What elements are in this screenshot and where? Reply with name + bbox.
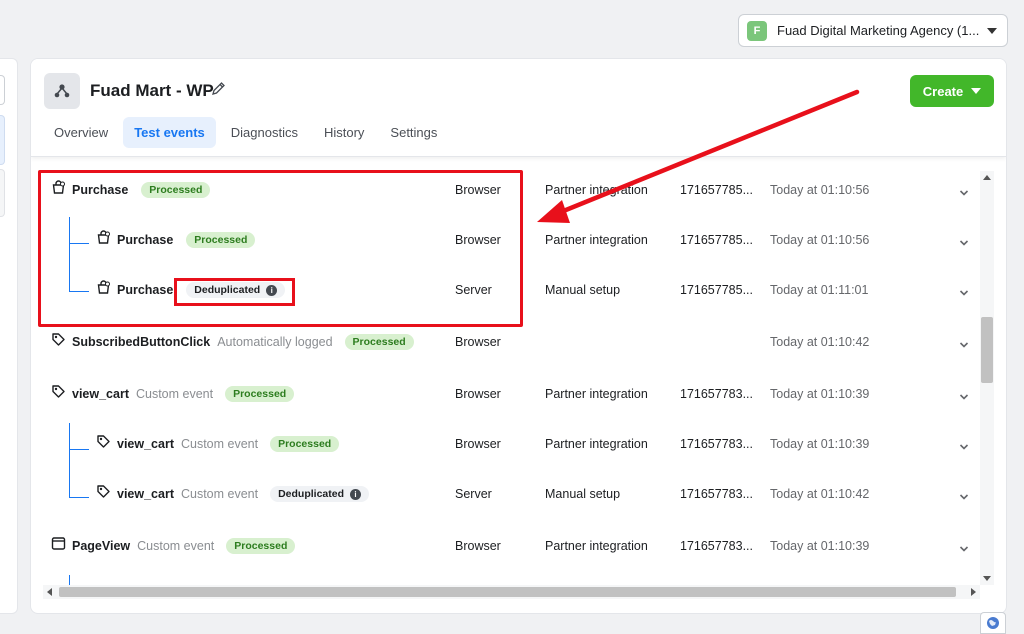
pixel-icon [44,73,80,109]
event-time: Today at 01:10:56 [770,183,870,197]
create-button[interactable]: Create [910,75,994,107]
chevron-down-icon[interactable] [959,389,969,400]
event-integration: Partner integration [545,183,648,197]
event-integration: Manual setup [545,283,621,297]
tab-overview[interactable]: Overview [43,117,119,148]
tag-icon [96,434,111,454]
event-source: Browser [455,437,501,451]
table-row[interactable]: view_cart Custom event Deduplicated i Server… [31,469,979,519]
account-name: Fuad Digital Marketing Agency (1... [777,23,979,38]
tab-history[interactable]: History [313,117,375,148]
tag-icon [96,484,111,504]
scroll-up-icon[interactable] [983,175,991,180]
event-time: Today at 01:11:01 [770,283,869,297]
scroll-left-icon[interactable] [47,588,52,596]
side-input[interactable] [0,75,5,105]
account-avatar: F [747,20,767,41]
event-integration: Partner integration [545,233,648,247]
chevron-down-icon[interactable] [959,337,969,348]
tab-settings[interactable]: Settings [379,117,448,148]
event-integration: Partner integration [545,437,648,451]
event-source: Browser [455,335,501,349]
pixel-card: Fuad Mart - WP Create Overview Test even… [30,58,1007,614]
table-row[interactable]: view_cart Custom event Processed Browser Par… [31,419,979,469]
event-name: SubscribedButtonClick [72,335,211,349]
event-name: view_cart [117,437,174,451]
pencil-icon[interactable] [211,81,226,101]
status-badge: Processed [226,538,296,554]
event-type: Custom event [180,437,259,451]
status-badge: Processed [344,334,414,350]
event-time: Today at 01:10:39 [770,387,870,401]
event-id: 171657785... [680,233,753,247]
event-id: 171657785... [680,283,753,297]
event-type: Custom event [135,387,214,401]
tab-test-events[interactable]: Test events [123,117,216,148]
event-name: view_cart [72,387,129,401]
event-integration: Partner integration [545,539,648,553]
scroll-down-icon[interactable] [983,576,991,581]
event-time: Today at 01:10:56 [770,233,870,247]
event-type: Custom event [180,487,259,501]
tree-line [69,575,70,585]
page-icon [51,536,66,556]
globe-icon[interactable] [980,612,1006,634]
event-source: Browser [455,387,501,401]
chevron-down-icon[interactable] [959,489,969,500]
event-id: 171657783... [680,387,753,401]
event-integration: Manual setup [545,487,621,501]
scroll-thumb[interactable] [59,587,956,597]
chevron-down-icon[interactable] [959,285,969,296]
tag-icon [51,384,66,404]
horizontal-scrollbar[interactable] [43,585,980,599]
table-row[interactable]: PageView Custom event Processed Browser Part… [31,521,979,571]
status-badge: Processed [270,436,340,452]
event-integration: Partner integration [545,387,648,401]
create-button-label: Create [922,83,964,99]
pixel-title: Fuad Mart - WP [90,81,214,100]
event-type: Automatically logged [217,335,333,349]
side-item-selected[interactable] [0,115,5,165]
annotation-highlight-box [174,278,295,306]
chevron-down-icon[interactable] [959,439,969,450]
info-icon[interactable]: i [350,488,362,500]
event-id: 171657783... [680,487,753,501]
tag-icon [51,332,66,352]
event-id: 171657783... [680,539,753,553]
left-side-panel [0,58,18,614]
event-name: view_cart [117,487,174,501]
event-time: Today at 01:10:39 [770,437,870,451]
tab-bar: Overview Test events Diagnostics History… [43,117,448,148]
event-time: Today at 01:10:42 [770,487,870,501]
tab-diagnostics[interactable]: Diagnostics [220,117,309,148]
status-badge-label: Processed [233,388,287,400]
event-type: Custom event [137,539,215,553]
card-header: Fuad Mart - WP Create Overview Test even… [31,59,1006,157]
scroll-right-icon[interactable] [971,588,976,596]
event-name: PageView [72,539,131,553]
vertical-scrollbar[interactable] [980,171,994,585]
chevron-down-icon[interactable] [959,541,969,552]
status-badge: Deduplicated i [270,486,370,502]
chevron-down-icon[interactable] [959,185,969,196]
status-badge-label: Deduplicated [278,488,345,500]
side-item[interactable] [0,169,5,217]
event-time: Today at 01:10:42 [770,335,870,349]
chevron-down-icon [987,27,997,34]
event-id: 171657783... [680,437,753,451]
status-badge-label: Processed [234,540,288,552]
chevron-down-icon[interactable] [959,235,969,246]
chevron-down-icon [971,88,982,94]
event-source: Server [455,487,492,501]
status-badge: Processed [225,386,295,402]
event-time: Today at 01:10:39 [770,539,870,553]
status-badge-label: Processed [278,438,332,450]
table-row[interactable]: view_cart Custom event Processed Browser Par… [31,369,979,419]
event-source: Browser [455,539,501,553]
status-badge-label: Processed [352,336,406,348]
scroll-thumb[interactable] [981,317,993,383]
account-selector[interactable]: F Fuad Digital Marketing Agency (1... [738,14,1008,47]
event-id: 171657785... [680,183,753,197]
